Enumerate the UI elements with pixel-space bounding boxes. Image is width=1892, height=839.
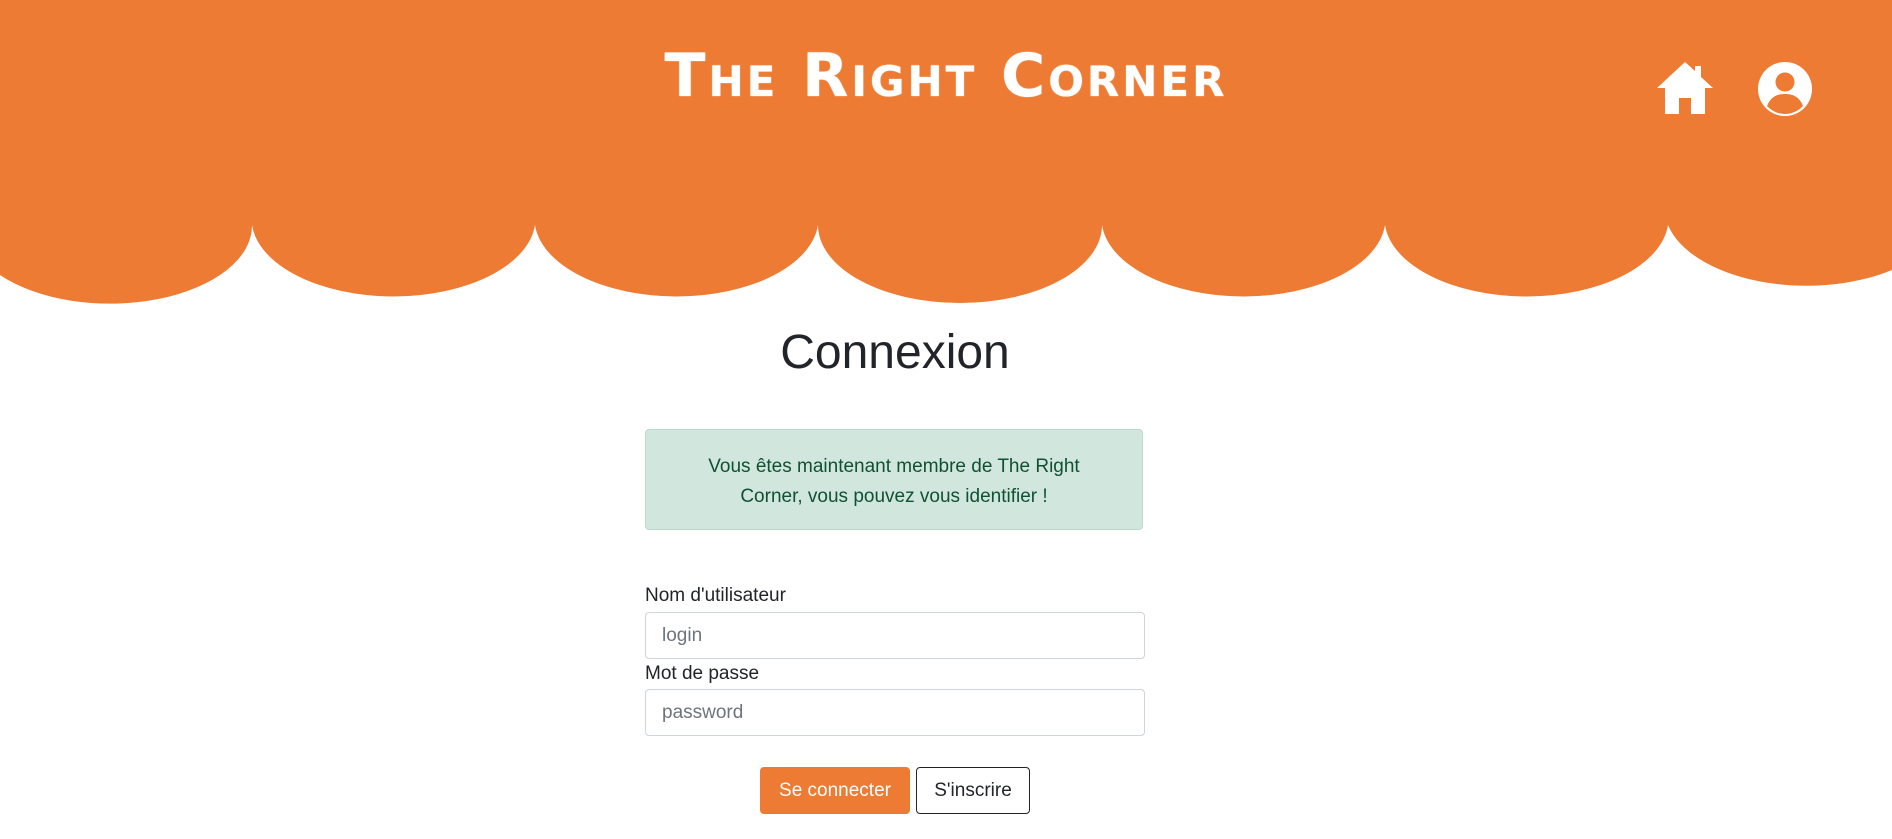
user-account-icon[interactable] — [1756, 60, 1814, 118]
success-alert: Vous êtes maintenant membre de The Right… — [645, 429, 1143, 530]
home-icon[interactable] — [1655, 60, 1715, 116]
site-header: The Right Corner — [0, 0, 1892, 310]
password-label: Mot de passe — [645, 663, 760, 684]
page-title: Connexion — [780, 326, 1010, 379]
username-label: Nom d'utilisateur — [645, 585, 786, 606]
register-button[interactable]: S'inscrire — [916, 767, 1030, 814]
login-button[interactable]: Se connecter — [760, 767, 910, 814]
site-title[interactable]: The Right Corner — [0, 36, 1892, 116]
username-input[interactable] — [645, 612, 1145, 659]
page: The Right Corner Connexion Vous êtes mai… — [0, 0, 1892, 839]
password-input[interactable] — [645, 689, 1145, 736]
alert-message: Vous êtes maintenant membre de The Right… — [708, 456, 1080, 507]
